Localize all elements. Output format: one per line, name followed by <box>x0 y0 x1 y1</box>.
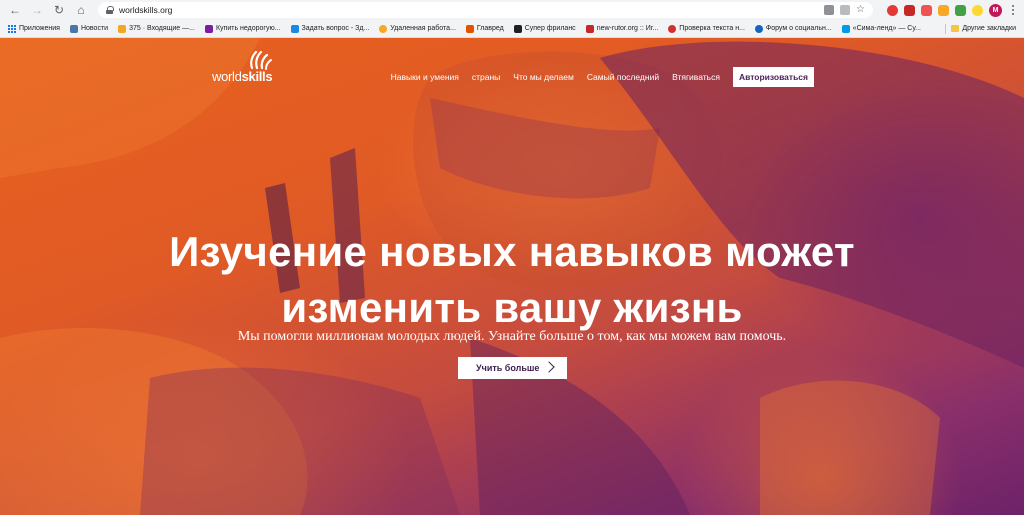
text-check-icon <box>668 24 677 33</box>
bookmark-item[interactable]: 375 · Входящие —... <box>118 24 195 33</box>
reload-button[interactable]: ↻ <box>50 1 68 19</box>
mail-icon <box>118 24 127 33</box>
forward-button[interactable]: → <box>28 1 46 19</box>
bookmark-item[interactable]: Задать вопрос - Зд... <box>290 24 369 33</box>
nav-latest[interactable]: Самый последний <box>587 72 659 82</box>
bookmark-star-icon[interactable]: ☆ <box>856 5 865 15</box>
profile-avatar[interactable]: M <box>989 3 1002 17</box>
sima-land-icon <box>841 24 850 33</box>
shield-extension-icon[interactable] <box>921 4 932 16</box>
forum-icon <box>754 24 763 33</box>
hero-subheadline: Мы помогли миллионам молодых людей. Узна… <box>237 329 787 344</box>
apps-grid-icon <box>8 24 16 33</box>
nav-skills[interactable]: Навыки и умения <box>391 72 459 82</box>
worldskills-hands-icon <box>250 50 272 70</box>
freelance-icon <box>513 24 522 33</box>
headline-line-2: изменить вашу жизнь <box>281 284 743 331</box>
hero-headline: Изучение новых навыков может изменить ва… <box>0 224 1024 336</box>
bookmarks-separator <box>945 23 947 34</box>
glavred-icon <box>465 24 474 33</box>
url-text: worldskills.org <box>119 5 173 15</box>
main-nav: Навыки и умения страны Что мы делаем Сам… <box>391 67 814 87</box>
rutor-icon <box>585 24 594 33</box>
site-header: worldskills Навыки и умения страны Что м… <box>0 38 1024 118</box>
bookmark-item[interactable]: Форум о социальн... <box>754 24 832 33</box>
bookmark-item[interactable]: Удаленная работа... <box>379 24 456 33</box>
shop-icon <box>204 24 213 33</box>
browser-toolbar: ← → ↻ ⌂ worldskills.org ☆ M <box>0 0 1024 20</box>
bookmark-item[interactable]: Супер фриланс <box>513 24 576 33</box>
question-icon <box>290 24 299 33</box>
bookmark-item[interactable]: «Сима-ленд» — Су... <box>841 24 921 33</box>
extensions-bar: M <box>883 3 1018 17</box>
logo-text: worldskills <box>212 69 273 84</box>
translate-icon[interactable] <box>824 5 835 15</box>
vk-icon <box>69 24 78 33</box>
headline-line-1: Изучение новых навыков может <box>169 228 855 275</box>
bookmark-item[interactable]: Купить недорогую... <box>204 24 281 33</box>
opera-extension-icon[interactable] <box>887 4 898 16</box>
learn-more-label: Учить больше <box>476 363 540 373</box>
bookmarks-bar: Приложения Новости 375 · Входящие —... К… <box>0 20 1024 37</box>
chevron-right-icon <box>543 361 555 373</box>
nav-what-we-do[interactable]: Что мы делаем <box>513 72 574 82</box>
extension-green-icon[interactable] <box>955 4 966 16</box>
login-button[interactable]: Авторизоваться <box>732 67 814 87</box>
hero-section: worldskills Навыки и умения страны Что м… <box>0 38 1024 515</box>
folder-icon <box>951 25 960 32</box>
browser-menu-icon[interactable] <box>1008 4 1018 16</box>
bookmark-item[interactable]: Проверка текста н... <box>668 24 745 33</box>
back-button[interactable]: ← <box>6 1 24 19</box>
extension-red-icon[interactable] <box>904 4 915 16</box>
bookmark-item[interactable]: new-rutor.org :: Иг... <box>585 24 658 33</box>
bookmark-item[interactable]: Новости <box>69 24 108 33</box>
emoji-extension-icon[interactable] <box>972 4 983 16</box>
nav-countries[interactable]: страны <box>472 72 500 82</box>
work-icon <box>379 24 388 33</box>
worldskills-logo[interactable]: worldskills <box>212 50 274 84</box>
extension-yellow-icon[interactable] <box>938 4 949 16</box>
lock-icon <box>106 6 114 14</box>
bookmark-apps[interactable]: Приложения <box>8 24 60 33</box>
address-bar[interactable]: worldskills.org ☆ <box>98 2 873 18</box>
reader-icon[interactable] <box>840 5 851 15</box>
home-button[interactable]: ⌂ <box>72 1 90 19</box>
nav-get-involved[interactable]: Втягиваться <box>672 72 720 82</box>
bookmark-item[interactable]: Главред <box>465 24 504 33</box>
learn-more-button[interactable]: Учить больше <box>458 357 567 379</box>
other-bookmarks[interactable]: Другие закладки <box>951 25 1016 32</box>
browser-chrome: ← → ↻ ⌂ worldskills.org ☆ M Приложения Н… <box>0 0 1024 38</box>
